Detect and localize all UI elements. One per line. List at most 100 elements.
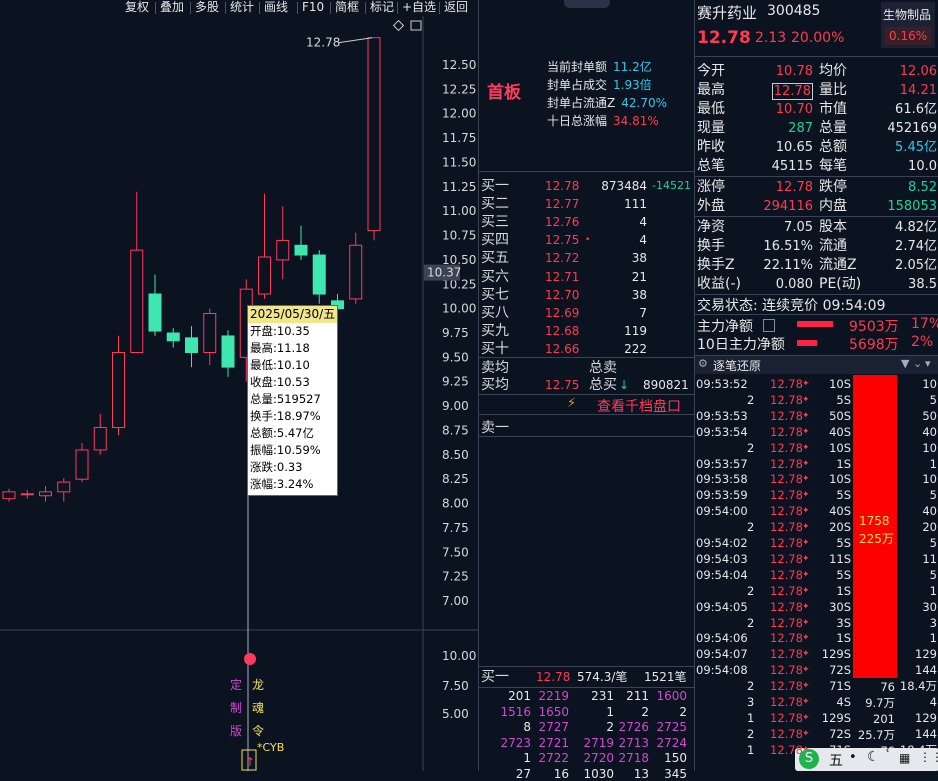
stat-value: 287 [788,121,813,136]
tick-time: 09:54:07 [696,647,748,662]
candle-body[interactable] [221,335,235,368]
menu-item-9[interactable]: 返回 [444,0,468,14]
sell-avg-row: 卖均 总卖 [481,360,617,376]
candle-body[interactable] [130,249,144,353]
tick-time: 09:53:59 [696,488,748,503]
candle-body[interactable] [2,491,16,500]
bid-row[interactable]: 买五 12.72 38 [479,249,695,267]
price-axis-label: 9.75 [442,326,469,340]
stat-value: 12.06 [899,64,937,79]
bid-row[interactable]: 买十 12.66 222 [479,340,695,358]
tick-up-icon: ✦ [802,394,810,405]
more-icon[interactable]: ▾ [925,357,931,370]
candle-body[interactable] [166,332,180,342]
bid-row[interactable]: 买八 12.69 7 [479,304,695,322]
window-icon[interactable] [410,20,422,31]
candle-body[interactable] [93,427,107,451]
candle-body[interactable] [75,449,89,480]
tick-cumulative: 144 [915,726,937,741]
bid-row[interactable]: 买四 12.75 • 4 [479,231,695,249]
chevron-icon[interactable]: ⌄ [913,357,922,370]
sector-box[interactable]: 生物制品 0.16% [881,2,935,48]
candle-body[interactable] [276,239,290,261]
stat-value: 22.11% [763,258,813,273]
filter-icon[interactable]: ▼ [901,357,909,370]
candle-body[interactable] [294,244,308,256]
menu-item-8[interactable]: +自选 [402,0,436,14]
bid-row[interactable]: 买一 12.78 873484 -14521 [479,177,695,195]
candle-body[interactable] [112,351,125,429]
candle-body[interactable] [148,293,162,332]
menu-item-0[interactable]: 复权 [125,0,149,14]
stat-label: 流通Z [819,257,857,273]
price-axis-label: 12.00 [442,107,476,121]
tick-time: 09:53:54 [696,424,748,439]
info-icon[interactable] [763,319,775,332]
menu-item-4[interactable]: 画线 [264,0,288,14]
candle-body[interactable] [367,37,381,232]
tick-volume: 40S [829,504,851,519]
tick-cumulative: 40 [922,504,937,519]
board-title: 首板 [487,83,521,103]
candle-body[interactable] [203,313,217,353]
menu-item-2[interactable]: 多股 [195,0,219,14]
tick-cumulative: 18.4万 [899,742,937,757]
view-thousand-button[interactable]: 查看千档盘口 [597,396,681,416]
tick-cumulative: 129 [915,647,937,662]
tick-cumulative: 4 [929,695,937,709]
bid-row[interactable]: 买二 12.77 111 [479,195,695,213]
collapse-handle[interactable] [564,0,610,8]
tick-cumulative: 30 [922,599,937,614]
queue-cell: 231 [591,689,614,703]
queue-cell: 2719 [583,735,614,750]
menu-item-1[interactable]: 叠加 [160,0,184,14]
kline-chart[interactable]: 12.50 12.25 12.00 11.75 11.50 11.25 11.00 10.75… [0,16,478,771]
candle-body[interactable] [39,491,52,497]
menu-item-7[interactable]: 标记 [370,0,394,14]
tick-up-icon: ✦ [802,426,810,437]
price-axis-label: 10.75 [442,229,476,243]
tick-time: 09:54:08 [696,663,748,678]
side-volume: 9.7万 [865,696,895,710]
tick-price: 12.78 [770,504,803,519]
queue-cell: 1 [606,704,614,719]
menu-item-6[interactable]: 简框 [335,0,359,14]
queue-cell: 201 [508,689,531,703]
stat-value: 38.5 [908,277,937,292]
bid-row[interactable]: 买六 12.71 21 [479,268,695,286]
stat-label: 内盘 [819,198,847,214]
bid-row[interactable]: 买九 12.68 119 [479,322,695,340]
main-net10-label: 10日主力净额 [697,337,785,353]
tick-cumulative: 3 [929,615,937,630]
candle-body[interactable] [57,481,71,493]
menu-item-5[interactable]: F10 [302,0,324,14]
stat-value: 61.6亿 [895,102,937,117]
price-axis-label: 9.00 [442,399,469,413]
price-change: 2.13 [755,30,787,46]
tick-time: 09:54:04 [696,567,748,582]
candle-body[interactable] [185,337,198,353]
candle-body[interactable] [349,244,363,300]
tick-cumulative: 11 [922,551,937,566]
candle-body[interactable] [20,493,34,496]
tick-price: 12.78 [770,695,803,709]
bid-row[interactable]: 买三 12.76 4 [479,213,695,231]
diamond-icon[interactable] [392,19,405,32]
tick-cumulative: 129 [915,710,937,725]
tick-volume: 10S [829,377,851,391]
tick-time: 09:53:57 [696,456,748,471]
bid-row[interactable]: 买七 12.70 38 [479,286,695,304]
candle-body[interactable] [312,254,326,295]
tick-time: 09:54:00 [696,504,748,519]
tick-time: 2 [747,392,755,407]
side-volume: 201 [873,712,895,726]
high-label-pointer [337,37,373,44]
tick-up-icon: ✦ [802,442,810,453]
price-change-pct: 20.00% [791,30,845,46]
candle-body[interactable] [258,256,271,295]
price-axis-label: 11.00 [442,204,476,218]
menu-item-3[interactable]: 统计 [230,0,254,14]
stat-value: 2.05亿 [895,258,937,273]
menu-separator [155,2,156,14]
queue-cell: 1600 [656,689,687,703]
